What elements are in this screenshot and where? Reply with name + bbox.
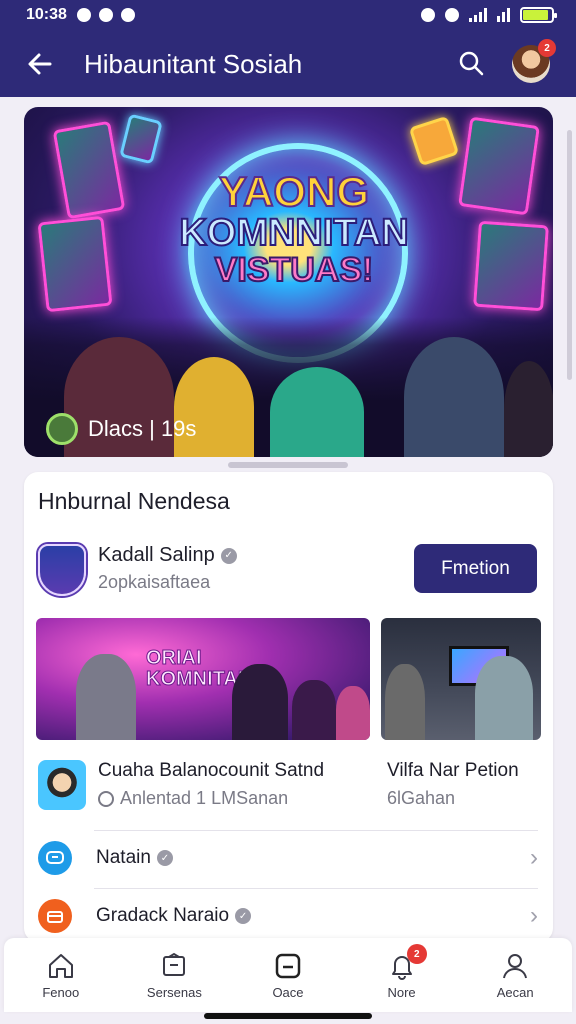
status-bar: 10:38 [0, 0, 576, 30]
hero-headline-line-1: YAONG [218, 168, 370, 215]
profile-avatar[interactable]: 2 [512, 39, 556, 83]
verified-icon: ✓ [156, 850, 173, 866]
clock-icon [98, 790, 114, 807]
nav-home[interactable]: Fenoo [4, 938, 118, 1012]
hero-person [404, 337, 504, 457]
host-name: Kadall Salinp ✓ [98, 544, 237, 567]
list-item-chat[interactable]: Natain ✓ › [38, 830, 538, 886]
hero-screen-decoration [408, 115, 460, 167]
search-button[interactable] [452, 44, 490, 82]
hero-screen-decoration [37, 215, 113, 313]
event-1-subtitle: Anlentad 1 LMSanan [98, 788, 288, 809]
arrow-left-icon [28, 53, 52, 75]
gift-icon [38, 899, 72, 933]
follow-button[interactable]: Fmetion [414, 544, 537, 593]
event-1-subtitle-text: Anlentad 1 LMSanan [120, 788, 289, 808]
event-2-subtitle: 6lGahan [387, 788, 456, 808]
community-logo-icon [46, 413, 78, 445]
hero-caption-text: Dlacs | 19s [88, 416, 197, 441]
host-shield-icon [38, 544, 86, 596]
hero-screen-decoration [52, 120, 126, 220]
event-person [385, 664, 425, 740]
alarm-icon [421, 8, 435, 22]
list-item-label: Natain ✓ [96, 847, 173, 869]
avatar-notification-badge: 2 [538, 39, 556, 57]
verified-icon: ✓ [235, 908, 252, 924]
wifi-icon [497, 8, 510, 22]
search-icon [459, 51, 484, 76]
event-image-2[interactable] [381, 618, 541, 740]
bluetooth-icon [445, 8, 459, 22]
home-indicator[interactable] [204, 1013, 372, 1019]
nav-notifications[interactable]: 2 Nore [345, 938, 459, 1012]
host-name-text: Kadall Salinp [98, 544, 215, 566]
scrollbar[interactable] [567, 130, 572, 380]
event-person [336, 686, 370, 740]
nav-label: Oace [272, 984, 304, 1000]
page-title: Hibaunitant Sosiah [84, 48, 303, 79]
nav-notification-badge: 2 [406, 944, 427, 964]
nav-label: Nore [387, 984, 416, 1000]
event-2-title[interactable]: Vilfa Nar Petion [387, 760, 519, 782]
notification-icon-status [76, 8, 91, 22]
event-image-1[interactable]: ORIAI KOMNITANS [36, 618, 370, 740]
hero-headline-line-3: VISTUAS! [214, 250, 375, 289]
nav-explore[interactable]: Sersenas [118, 938, 232, 1012]
hero-screen-decoration [473, 220, 549, 312]
list-item-label-text: Natain [96, 847, 151, 868]
event-person [232, 664, 288, 740]
hero-person [270, 367, 364, 457]
list-item-gift[interactable]: Gradack Naraio ✓ › [38, 888, 538, 942]
hero-headline: YAONG KOMNNITAN VISTUAS! [144, 168, 444, 289]
nav-label: Sersenas [146, 984, 202, 1000]
back-button[interactable] [20, 44, 60, 84]
hero-screen-decoration [458, 116, 540, 216]
event-1-thumbnail [38, 760, 86, 810]
list-item-label-text: Gradack Naraio [96, 905, 230, 926]
home-icon [48, 953, 73, 978]
status-icons-right [421, 7, 557, 23]
hero-screen-decoration [119, 113, 163, 165]
status-time: 10:38 [26, 6, 67, 23]
signal-icon [469, 8, 487, 22]
event-person [475, 656, 533, 740]
create-icon [275, 953, 301, 978]
hero-banner[interactable]: YAONG KOMNNITAN VISTUAS! Dlacs | 19s [24, 107, 553, 457]
toolbar: Hibaunitant Sosiah 2 [0, 36, 576, 92]
sheet-drag-handle[interactable] [228, 462, 348, 468]
chevron-right-icon: › [530, 902, 538, 929]
app-bar: 10:38 Hibaunitant Sosiah 2 [0, 0, 576, 97]
battery-icon [520, 7, 557, 23]
event-person [76, 654, 136, 740]
nav-create[interactable]: Oace [231, 938, 345, 1012]
nav-label: Fenoo [42, 984, 80, 1000]
community-card: Hnburnal Nendesa Kadall Salinp ✓ 2opkais… [24, 472, 553, 942]
host-row[interactable]: Kadall Salinp ✓ 2opkaisaftaea Fmetion [38, 542, 538, 598]
verified-icon: ✓ [220, 547, 237, 564]
list-item-label: Gradack Naraio ✓ [96, 905, 252, 927]
nav-profile[interactable]: Aecan [458, 938, 572, 1012]
hero-caption: Dlacs | 19s [46, 413, 196, 445]
event-1-title[interactable]: Cuaha Balanocounit Satnd [98, 760, 324, 782]
location-icon-status [98, 8, 113, 22]
explore-icon [163, 952, 186, 976]
profile-icon [503, 953, 528, 978]
chat-icon [38, 841, 72, 875]
status-icons-left [76, 8, 135, 22]
nav-label: Aecan [496, 984, 534, 1000]
app-icon-status [120, 8, 135, 22]
hero-person [504, 361, 553, 457]
host-subtitle: 2opkaisaftaea [98, 572, 211, 592]
bottom-navigation: Fenoo Sersenas Oace 2 Nore Aecan [4, 938, 572, 1012]
event-person [292, 680, 336, 740]
section-title: Hnburnal Nendesa [38, 488, 230, 514]
chevron-right-icon: › [530, 844, 538, 871]
hero-headline-line-2: KOMNNITAN [178, 211, 409, 254]
